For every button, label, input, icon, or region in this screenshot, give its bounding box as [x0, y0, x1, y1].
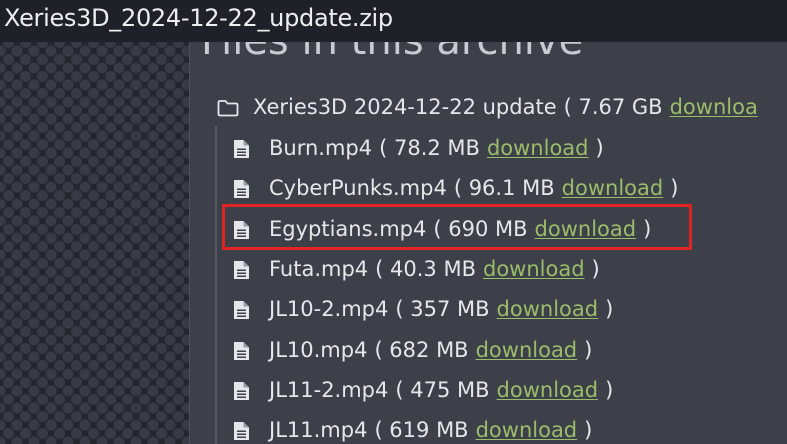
file-size: ( 96.1 MB: [453, 176, 555, 201]
close-paren: ): [584, 418, 593, 443]
background-pattern: [0, 0, 192, 444]
file-text-icon: [234, 421, 249, 441]
file-text-icon: [234, 300, 249, 320]
close-paren: ): [670, 176, 679, 201]
download-link[interactable]: download: [562, 176, 664, 200]
file-text-icon: [234, 260, 249, 280]
file-size: ( 690 MB: [433, 216, 528, 241]
download-link[interactable]: download: [483, 257, 585, 281]
file-item: JL11-2.mp4 ( 475 MB download ): [234, 370, 678, 410]
close-paren: ): [605, 297, 614, 322]
title-bar: Xeries3D_2024-12-22_update.zip: [0, 0, 787, 42]
file-name: Burn.mp4: [269, 136, 373, 161]
close-paren: ): [595, 136, 604, 161]
file-name: JL10.mp4: [269, 337, 368, 362]
file-item: Burn.mp4 ( 78.2 MB download ): [234, 128, 678, 168]
file-item: CyberPunks.mp4 ( 96.1 MB download ): [234, 168, 678, 208]
download-link[interactable]: download: [497, 297, 599, 321]
folder-download-link[interactable]: downloa: [670, 95, 758, 119]
close-paren: ): [643, 216, 652, 241]
file-name: Futa.mp4: [269, 257, 369, 282]
tree-line: [215, 126, 217, 444]
file-name: JL11-2.mp4: [269, 377, 389, 402]
file-list: Burn.mp4 ( 78.2 MB download ) CyberPunks…: [234, 128, 678, 444]
download-link[interactable]: download: [497, 378, 599, 402]
window-title: Xeries3D_2024-12-22_update.zip: [4, 4, 393, 32]
download-link[interactable]: download: [476, 338, 578, 362]
file-text-icon: [234, 220, 249, 239]
file-size: ( 475 MB: [395, 377, 490, 402]
file-text-icon: [234, 341, 249, 360]
archive-panel: Files in this archive Xeries3D 2024-12-2…: [189, 36, 787, 444]
file-name: JL10-2.mp4: [269, 297, 389, 322]
file-item: JL11.mp4 ( 619 MB download ): [234, 410, 678, 444]
close-paren: ): [605, 377, 614, 402]
close-paren: ): [591, 257, 600, 282]
file-text-icon: [234, 179, 249, 199]
download-link[interactable]: download: [535, 217, 637, 241]
file-size: ( 78.2 MB: [379, 136, 480, 161]
file-name: CyberPunks.mp4: [269, 176, 447, 201]
file-size: ( 682 MB: [374, 337, 469, 362]
file-item: JL10.mp4 ( 682 MB download ): [234, 329, 678, 369]
file-name: Egyptians.mp4: [269, 216, 427, 241]
file-item: JL10-2.mp4 ( 357 MB download ): [234, 289, 678, 329]
download-link[interactable]: download: [476, 418, 578, 442]
file-text-icon: [234, 139, 249, 159]
file-size: ( 619 MB: [374, 418, 469, 443]
file-item: Futa.mp4 ( 40.3 MB download ): [234, 249, 678, 289]
folder-row: Xeries3D 2024-12-22 update ( 7.67 GB dow…: [217, 89, 765, 125]
file-text-icon: [234, 381, 249, 400]
screen: Xeries3D_2024-12-22_update.zip Files in …: [0, 0, 787, 444]
download-link[interactable]: download: [487, 136, 589, 160]
file-size: ( 357 MB: [395, 297, 490, 322]
folder-size: ( 7.67 GB: [563, 95, 663, 119]
file-name: JL11.mp4: [269, 418, 368, 443]
file-size: ( 40.3 MB: [375, 257, 476, 282]
file-item: Egyptians.mp4 ( 690 MB download ): [234, 209, 678, 249]
folder-name: Xeries3D 2024-12-22 update: [253, 95, 557, 119]
close-paren: ): [584, 337, 593, 362]
folder-icon: [217, 98, 239, 117]
